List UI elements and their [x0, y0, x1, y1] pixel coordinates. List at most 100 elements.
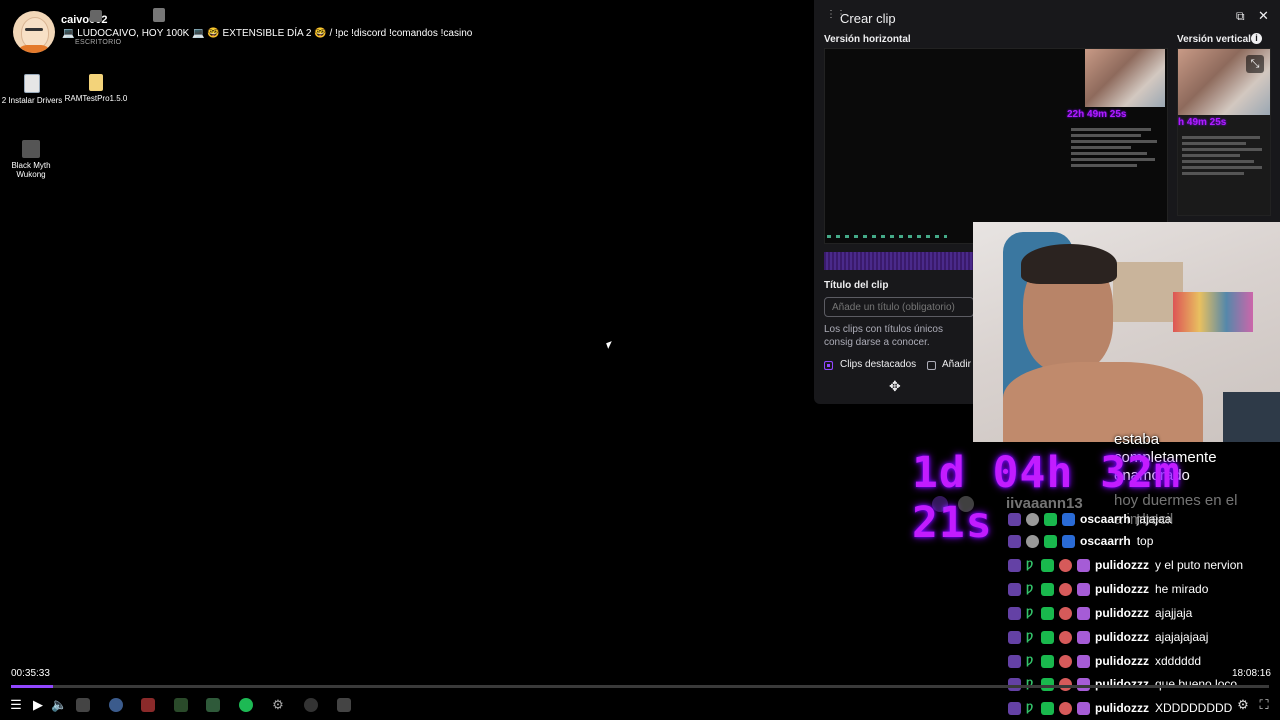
chat-message[interactable]: Ƿ pulidozzz y el puto nervion — [1008, 554, 1243, 576]
chat-username[interactable]: pulidozzz — [1095, 582, 1149, 596]
user-badge-icon — [1026, 512, 1039, 526]
chat-text: he mirado — [1155, 582, 1209, 596]
chat-username[interactable]: pulidozzz — [1095, 630, 1149, 644]
chat-username[interactable]: oscaarrh — [1080, 534, 1131, 548]
seek-bar[interactable] — [11, 685, 1269, 688]
prime-badge-icon: Ƿ — [1026, 558, 1034, 571]
channel-avatar[interactable] — [13, 11, 55, 53]
preview-webcam-thumb — [1085, 49, 1165, 107]
user-badge-icon — [1026, 534, 1039, 548]
verified-badge-icon — [1041, 630, 1054, 644]
taskbar-app-icon[interactable] — [337, 698, 351, 712]
overlay-user-icon — [958, 496, 974, 512]
webcam-figures — [1173, 292, 1253, 332]
close-icon[interactable]: ✕ — [1258, 8, 1269, 24]
taskbar-app-icon[interactable] — [141, 698, 155, 712]
featured-clips-checkbox[interactable] — [824, 361, 833, 370]
desktop-file-icon[interactable] — [153, 8, 165, 22]
chat-message[interactable]: Ƿ pulidozzz que bueno loco — [1008, 673, 1237, 695]
chat-username[interactable]: pulidozzz — [1095, 677, 1149, 691]
preview-chat — [1182, 133, 1266, 178]
emote-badge-icon — [1059, 701, 1072, 715]
drag-handle-icon[interactable]: ⋮⋮ — [826, 10, 846, 25]
info-icon[interactable]: i — [1251, 33, 1262, 44]
emote-badge-icon — [1059, 558, 1072, 572]
preview-taskbar — [827, 235, 947, 238]
spotify-icon[interactable] — [239, 698, 253, 712]
chat-message[interactable]: oscaarrh jajajaa — [1008, 508, 1171, 530]
play-icon[interactable]: ▶ — [30, 697, 46, 713]
clip-timeline[interactable] — [824, 252, 974, 270]
emote-badge-icon — [1059, 630, 1072, 644]
prime-badge-icon: Ƿ — [1026, 701, 1034, 714]
chat-username[interactable]: pulidozzz — [1095, 606, 1149, 620]
browser-icon[interactable] — [109, 698, 123, 712]
add-checkbox[interactable] — [927, 361, 936, 370]
prime-badge-icon: Ƿ — [1026, 582, 1034, 595]
twitch-badge-icon — [1008, 606, 1021, 620]
verified-badge-icon — [1041, 654, 1054, 668]
overlay-message-line: estaba — [1114, 431, 1160, 448]
clip-panel-title: Crear clip — [840, 11, 896, 26]
desktop-icon-label: Black Myth Wukong — [11, 161, 51, 179]
vertical-preview[interactable]: ⤡ h 49m 25s — [1177, 48, 1271, 216]
taskbar-app-icon[interactable] — [76, 698, 90, 712]
chat-text: XDDDDDDDD — [1155, 701, 1233, 715]
sub-badge-icon — [1077, 630, 1090, 644]
popout-icon[interactable]: ⧉ — [1236, 9, 1245, 24]
volume-icon[interactable]: 🔈 — [51, 697, 67, 713]
sub-badge-icon — [1077, 606, 1090, 620]
vertical-version-label: Versión vertical — [1177, 34, 1251, 45]
desktop-icon-drivers[interactable]: 2 Instalar Drivers — [0, 74, 64, 105]
installer-icon — [24, 74, 40, 93]
prime-badge-icon: Ƿ — [1026, 606, 1034, 619]
clip-title-input[interactable] — [824, 297, 974, 317]
game-icon — [22, 140, 40, 158]
avatar-brow — [25, 28, 43, 31]
fullscreen-icon[interactable]: ⛶ — [1256, 697, 1272, 713]
chat-username[interactable]: pulidozzz — [1095, 654, 1149, 668]
settings-icon[interactable]: ⚙ — [1235, 697, 1251, 713]
taskbar-app-icon[interactable] — [304, 698, 318, 712]
webcam-feed — [973, 222, 1280, 442]
twitch-badge-icon — [1008, 512, 1021, 526]
twitch-badge-icon — [1008, 582, 1021, 596]
chat-message[interactable]: Ƿ pulidozzz ajajajajaaj — [1008, 626, 1208, 648]
preview-timer: h 49m 25s — [1178, 117, 1227, 128]
desktop-icon-ramtest[interactable]: RAMTestPro1.5.0 — [64, 74, 128, 103]
taskbar-app-icon[interactable] — [206, 698, 220, 712]
verified-badge-icon — [1041, 558, 1054, 572]
stream-title: 💻 LUDOCAIVO, HOY 100K 💻 🤓 EXTENSIBLE DÍA… — [62, 28, 473, 39]
prime-badge-icon: Ƿ — [1026, 630, 1034, 643]
chat-username[interactable]: oscaarrh — [1080, 512, 1131, 526]
taskbar-app-icon[interactable] — [174, 698, 188, 712]
webcam-person-hair — [1021, 244, 1117, 284]
horizontal-preview[interactable]: 22h 49m 25s — [824, 48, 1168, 244]
desktop-app-icon[interactable] — [90, 10, 102, 22]
shrink-icon[interactable]: ⤡ — [1246, 55, 1264, 73]
current-time: 00:35:33 — [11, 668, 50, 679]
chat-username[interactable]: pulidozzz — [1095, 701, 1149, 715]
desktop-icon-wukong[interactable]: Black Myth Wukong — [0, 140, 62, 179]
chat-text: jajajaa — [1136, 512, 1172, 526]
webcam-person-body — [1003, 362, 1203, 442]
chat-message[interactable]: Ƿ pulidozzz he mirado — [1008, 578, 1208, 600]
chat-text: xdddddd — [1155, 654, 1202, 668]
chapters-icon[interactable]: ☰ — [8, 697, 24, 713]
twitch-badge-icon — [1008, 630, 1021, 644]
chat-message[interactable]: Ƿ pulidozzz xdddddd — [1008, 650, 1201, 672]
prime-badge-icon: Ƿ — [1026, 654, 1034, 667]
chat-username[interactable]: pulidozzz — [1095, 558, 1149, 572]
mouse-cursor-icon — [606, 341, 614, 349]
desktop-icon-label: RAMTestPro1.5.0 — [64, 94, 128, 103]
preview-chat — [1071, 125, 1165, 170]
chat-message[interactable]: Ƿ pulidozzz XDDDDDDDD — [1008, 697, 1232, 719]
chat-message[interactable]: Ƿ pulidozzz ajajjaja — [1008, 602, 1192, 624]
clock-time: 18:08:16 — [1232, 668, 1271, 679]
chat-message[interactable]: oscaarrh top — [1008, 530, 1153, 552]
settings-gear-icon[interactable]: ⚙ — [270, 697, 286, 713]
twitch-badge-icon — [1008, 654, 1021, 668]
sub-badge-icon — [1077, 677, 1090, 691]
move-icon[interactable]: ✥ — [889, 378, 901, 395]
verified-badge-icon — [1044, 512, 1057, 526]
